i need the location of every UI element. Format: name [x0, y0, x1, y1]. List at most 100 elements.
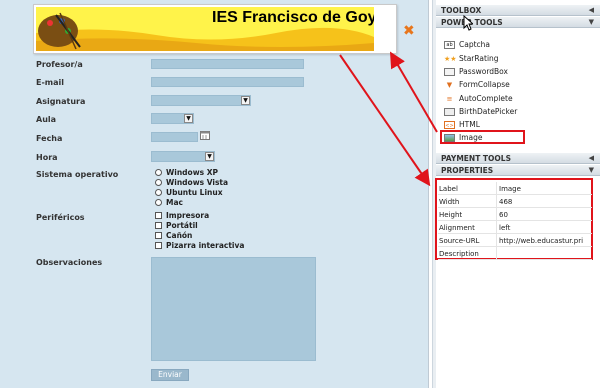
property-value[interactable]: 60: [499, 211, 508, 219]
so-option-mac[interactable]: Mac: [155, 198, 183, 207]
property-value[interactable]: http://web.educastur.pri: [499, 237, 583, 245]
chevron-left-icon[interactable]: ◀: [589, 153, 594, 164]
properties-table: Label Image Width 468 Height 60 Alignmen…: [435, 178, 593, 260]
chevron-down-icon[interactable]: ▼: [241, 96, 250, 105]
hora-select[interactable]: ▼: [151, 151, 215, 162]
periferico-canon[interactable]: Cañón: [155, 231, 192, 240]
property-value[interactable]: 468: [499, 198, 512, 206]
banner-image: IES Francisco de Goya: [36, 7, 374, 51]
tool-html[interactable]: <> HTML: [444, 120, 480, 129]
close-icon[interactable]: ✖: [403, 23, 415, 39]
observaciones-textarea[interactable]: [151, 257, 316, 361]
tool-label: HTML: [459, 120, 480, 129]
aula-select[interactable]: ▼: [151, 113, 194, 124]
tool-label: BirthDatePicker: [459, 107, 518, 116]
radio-button[interactable]: [155, 199, 162, 206]
checkbox[interactable]: [155, 242, 162, 249]
so-option-windows-xp[interactable]: Windows XP: [155, 168, 218, 177]
option-label: Impresora: [166, 211, 210, 220]
fecha-label: Fecha: [36, 134, 63, 143]
property-key: Label: [439, 185, 458, 193]
profesor-input[interactable]: [151, 59, 304, 69]
so-option-ubuntu[interactable]: Ubuntu Linux: [155, 188, 223, 197]
form-canvas: IES Francisco de Goya ✖ Profesor/a E-mai…: [0, 0, 428, 388]
image-tool-highlight: [440, 130, 525, 144]
so-label: Sistema operativo: [36, 170, 119, 179]
tool-captcha[interactable]: ab Captcha: [444, 40, 490, 49]
radio-button[interactable]: [155, 169, 162, 176]
property-row[interactable]: Height 60: [438, 208, 592, 221]
autocomplete-icon: ≡: [446, 94, 453, 103]
option-label: Windows Vista: [166, 178, 229, 187]
property-row[interactable]: Label Image: [438, 182, 592, 195]
collapse-icon: ▼: [446, 80, 453, 89]
banner-title: IES Francisco de Goya: [212, 9, 374, 26]
property-row[interactable]: Alignment left: [438, 221, 592, 234]
periferico-impresora[interactable]: Impresora: [155, 211, 209, 220]
toolbox-label: TOOLBOX: [441, 6, 482, 15]
option-label: Windows XP: [166, 168, 218, 177]
tool-label: FormCollapse: [459, 80, 510, 89]
chevron-down-icon[interactable]: ▼: [589, 165, 594, 176]
tool-starrating[interactable]: ★★ StarRating: [444, 54, 499, 63]
property-key: Description: [439, 250, 479, 258]
option-label: Ubuntu Linux: [166, 188, 223, 197]
property-value[interactable]: left: [499, 224, 510, 232]
profesor-label: Profesor/a: [36, 60, 83, 69]
calendar-icon[interactable]: [200, 130, 210, 140]
submit-button[interactable]: Enviar: [151, 369, 189, 381]
toolbox-header[interactable]: TOOLBOX ◀: [436, 5, 600, 16]
tool-label: AutoComplete: [459, 94, 513, 103]
periferico-portatil[interactable]: Portátil: [155, 221, 198, 230]
payment-tools-header[interactable]: PAYMENT TOOLS ◀: [436, 153, 600, 164]
tool-label: StarRating: [459, 54, 499, 63]
payment-tools-label: PAYMENT TOOLS: [441, 154, 511, 163]
chevron-down-icon[interactable]: ▼: [589, 17, 594, 28]
option-label: Mac: [166, 198, 183, 207]
tool-birthdatepicker[interactable]: BirthDatePicker: [444, 107, 517, 116]
calendar-icon: [444, 107, 455, 116]
tool-label: Captcha: [459, 40, 491, 49]
fecha-input[interactable]: [151, 132, 198, 142]
periferico-pizarra[interactable]: Pizarra interactiva: [155, 241, 244, 250]
so-option-windows-vista[interactable]: Windows Vista: [155, 178, 228, 187]
hora-label: Hora: [36, 153, 58, 162]
tool-formcollapse[interactable]: ▼ FormCollapse: [444, 80, 510, 89]
power-tools-header[interactable]: POWER TOOLS ▼: [436, 17, 600, 28]
checkbox[interactable]: [155, 222, 162, 229]
palette-icon: [38, 15, 78, 47]
properties-header[interactable]: PROPERTIES ▼: [436, 165, 600, 176]
radio-button[interactable]: [155, 189, 162, 196]
option-label: Portátil: [166, 221, 198, 230]
asignatura-select[interactable]: ▼: [151, 95, 251, 106]
property-key: Height: [439, 211, 463, 219]
tool-autocomplete[interactable]: ≡ AutoComplete: [444, 94, 513, 103]
tool-passwordbox[interactable]: PasswordBox: [444, 67, 508, 76]
header-image-element[interactable]: IES Francisco de Goya ✖: [33, 4, 415, 54]
email-input[interactable]: [151, 77, 304, 87]
email-label: E-mail: [36, 78, 65, 87]
perifericos-label: Periféricos: [36, 213, 85, 222]
html-icon: <>: [444, 120, 455, 129]
option-label: Pizarra interactiva: [166, 241, 245, 250]
radio-button[interactable]: [155, 179, 162, 186]
aula-label: Aula: [36, 115, 57, 124]
tool-label: PasswordBox: [459, 67, 508, 76]
chevron-left-icon[interactable]: ◀: [589, 5, 594, 16]
asignatura-label: Asignatura: [36, 97, 86, 106]
password-icon: [444, 67, 455, 76]
property-key: Width: [439, 198, 460, 206]
checkbox[interactable]: [155, 212, 162, 219]
chevron-down-icon[interactable]: ▼: [205, 152, 214, 161]
property-key: Source-URL: [439, 237, 480, 245]
star-icon: ★★: [444, 54, 457, 63]
property-row[interactable]: Description: [438, 247, 592, 260]
property-value[interactable]: Image: [499, 185, 521, 193]
captcha-icon: ab: [444, 40, 455, 49]
properties-label: PROPERTIES: [441, 166, 494, 175]
chevron-down-icon[interactable]: ▼: [184, 114, 193, 123]
checkbox[interactable]: [155, 232, 162, 239]
property-row[interactable]: Source-URL http://web.educastur.pri: [438, 234, 592, 247]
mouse-cursor-icon: [463, 15, 473, 31]
property-row[interactable]: Width 468: [438, 195, 592, 208]
